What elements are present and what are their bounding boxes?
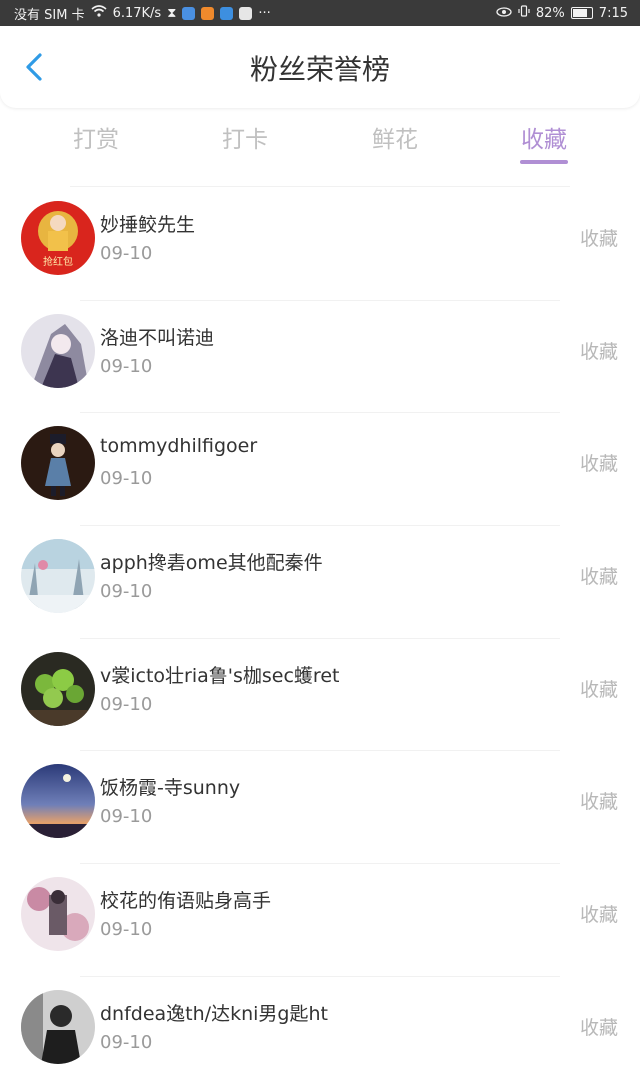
tab-flowers[interactable]: 鲜花 bbox=[335, 120, 455, 154]
tab-favorites[interactable]: 收藏 bbox=[484, 120, 604, 154]
fan-date: 09-10 bbox=[100, 919, 153, 941]
status-bar: 没有 SIM 卡 6.17K/s ⧗ ··· 82% 7:15 bbox=[0, 0, 640, 26]
list-item[interactable]: 饭杨霞-寺sunny 09-10 收藏 bbox=[0, 751, 640, 865]
battery-percent: 82% bbox=[535, 5, 565, 21]
fan-name: tommydhilfigoer bbox=[100, 435, 258, 458]
svg-text:抢红包: 抢红包 bbox=[43, 255, 73, 268]
wifi-icon bbox=[91, 5, 107, 21]
network-speed: 6.17K/s bbox=[112, 5, 162, 21]
fan-date: 09-10 bbox=[100, 355, 153, 377]
fan-name: 饭杨霞-寺sunny bbox=[100, 777, 241, 800]
avatar: 抢红包 bbox=[21, 201, 95, 275]
fan-date: 09-10 bbox=[100, 243, 153, 264]
favorite-action[interactable]: 收藏 bbox=[580, 224, 618, 251]
vibrate-icon bbox=[518, 5, 530, 21]
fan-name: 洛迪不叫诺迪 bbox=[100, 326, 215, 349]
avatar bbox=[21, 539, 95, 614]
header: 粉丝荣誉榜 bbox=[0, 26, 640, 108]
favorite-action[interactable]: 收藏 bbox=[580, 562, 618, 589]
tab-bar: 打赏 打卡 鲜花 收藏 bbox=[0, 108, 640, 168]
list-item[interactable]: 抢红包 妙捶鲛先生 09-10 收藏 bbox=[0, 188, 640, 301]
avatar bbox=[21, 651, 95, 726]
carrier-text: 没有 SIM 卡 bbox=[14, 7, 85, 23]
fan-date: 09-10 bbox=[100, 468, 153, 490]
favorite-action[interactable]: 收藏 bbox=[580, 1013, 618, 1040]
favorite-action[interactable]: 收藏 bbox=[580, 449, 618, 476]
eye-icon bbox=[496, 6, 512, 21]
shield-notification-icon bbox=[239, 6, 253, 20]
avatar bbox=[21, 989, 95, 1064]
list-item[interactable]: dnfdea逸th/达kni男g匙ht 09-10 收藏 bbox=[0, 977, 640, 1090]
tab-checkin[interactable]: 打卡 bbox=[185, 120, 305, 154]
page-title: 粉丝荣誉榜 bbox=[249, 53, 390, 86]
tabs-divider bbox=[70, 186, 570, 187]
favorite-action[interactable]: 收藏 bbox=[580, 787, 618, 814]
list-item[interactable]: apph搀砉ome其他配秦件 09-10 收藏 bbox=[0, 526, 640, 639]
battery-icon bbox=[570, 7, 593, 19]
list-item[interactable]: v裳icto壮ria鲁's枷sec蠖ret 09-10 收藏 bbox=[0, 639, 640, 752]
avatar bbox=[21, 426, 95, 501]
avatar bbox=[21, 764, 95, 839]
avatar bbox=[21, 313, 95, 388]
tab-tips[interactable]: 打赏 bbox=[36, 120, 156, 154]
fan-date: 09-10 bbox=[100, 1031, 153, 1053]
video-notification-icon bbox=[201, 6, 215, 20]
favorite-action[interactable]: 收藏 bbox=[580, 675, 618, 702]
more-notifications-icon: ··· bbox=[258, 5, 271, 21]
hourglass-icon: ⧗ bbox=[167, 5, 177, 21]
fan-name: 妙捶鲛先生 bbox=[100, 214, 196, 236]
fan-name: apph搀砉ome其他配秦件 bbox=[100, 552, 323, 575]
fan-name: 校花的侑语贴身高手 bbox=[100, 890, 272, 913]
fan-date: 09-10 bbox=[100, 806, 153, 828]
active-tab-indicator bbox=[520, 160, 568, 164]
avatar bbox=[21, 877, 95, 952]
fan-name: v裳icto壮ria鲁's枷sec蠖ret bbox=[100, 664, 340, 687]
favorite-action[interactable]: 收藏 bbox=[580, 900, 618, 927]
fan-date: 09-10 bbox=[100, 581, 153, 603]
app-notification-icon bbox=[182, 6, 196, 20]
list-item[interactable]: 洛迪不叫诺迪 09-10 收藏 bbox=[0, 301, 640, 414]
clock: 7:15 bbox=[598, 5, 628, 21]
fan-list: 抢红包 妙捶鲛先生 09-10 收藏 洛迪不叫诺迪 09-10 收藏 tommy… bbox=[0, 188, 640, 1090]
fan-name: dnfdea逸th/达kni男g匙ht bbox=[100, 1002, 328, 1025]
cloud-notification-icon bbox=[220, 6, 234, 20]
favorite-action[interactable]: 收藏 bbox=[580, 337, 618, 364]
fan-date: 09-10 bbox=[100, 693, 153, 715]
list-item[interactable]: tommydhilfigoer 09-10 收藏 bbox=[0, 413, 640, 527]
list-item[interactable]: 校花的侑语贴身高手 09-10 收藏 bbox=[0, 864, 640, 977]
